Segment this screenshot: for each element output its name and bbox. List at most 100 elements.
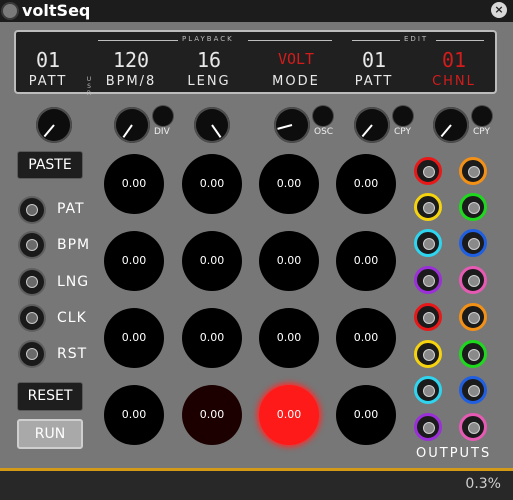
length-knob[interactable] (194, 107, 230, 143)
jack-socket-icon (423, 312, 435, 324)
playback-label: PLAYBACK (182, 35, 234, 43)
step-knob[interactable]: 0.00 (259, 231, 319, 291)
step-knob[interactable]: 0.00 (336, 154, 396, 214)
step-knob[interactable]: 0.00 (182, 154, 242, 214)
jack-socket-icon (468, 202, 480, 214)
step-knob[interactable]: 0.00 (336, 385, 396, 445)
step-knob[interactable]: 0.00 (104, 385, 164, 445)
step-knob[interactable]: 0.00 (336, 231, 396, 291)
output-jack[interactable] (414, 157, 442, 185)
jack-socket-icon (423, 349, 435, 361)
output-jack[interactable] (414, 376, 442, 404)
step-knob[interactable]: 0.00 (104, 308, 164, 368)
output-jack[interactable] (414, 303, 442, 331)
jack-socket-icon (423, 422, 435, 434)
step-knob-active[interactable]: 0.00 (259, 385, 319, 445)
step-knob[interactable]: 0.00 (259, 154, 319, 214)
output-jack[interactable] (459, 157, 487, 185)
bpm-knob[interactable] (114, 107, 150, 143)
step-knob[interactable]: 0.00 (182, 231, 242, 291)
jack-socket-icon (468, 166, 480, 178)
step-knob[interactable]: 0.00 (336, 308, 396, 368)
lng-input-label: LNG (57, 274, 90, 290)
edit-rule-left (352, 40, 400, 41)
jack-socket-icon (468, 275, 480, 287)
playback-rule-left (98, 40, 178, 41)
jack-socket-icon (468, 349, 480, 361)
module-screw-icon (1, 2, 19, 20)
jack-socket-icon (423, 275, 435, 287)
output-jack[interactable] (414, 413, 442, 441)
bpm-input-jack[interactable] (20, 233, 44, 257)
display-bpm-label: BPM/8 (105, 74, 157, 89)
display-channel-label: CHNL (432, 74, 476, 89)
step-knob[interactable]: 0.00 (259, 308, 319, 368)
title-bar[interactable]: voltSeq × (0, 0, 513, 22)
display-bpm-value: 120 (112, 48, 150, 72)
osc-button[interactable] (313, 106, 333, 126)
div-label: DIV (154, 127, 170, 137)
outputs-label: OUTPUTS (416, 446, 492, 461)
output-jack[interactable] (459, 303, 487, 331)
playback-rule-right (248, 40, 332, 41)
display-edit-patt-label: PATT (354, 74, 394, 89)
output-jack[interactable] (459, 266, 487, 294)
rst-input-jack[interactable] (20, 342, 44, 366)
display-edit-patt-value: 01 (361, 48, 387, 72)
pat-input-jack[interactable] (20, 198, 44, 222)
output-jack[interactable] (459, 193, 487, 221)
rst-input-label: RST (57, 346, 88, 362)
copy-pattern-button[interactable] (393, 106, 413, 126)
cpu-usage: 0.3% (465, 476, 501, 492)
pat-input-label: PAT (57, 201, 85, 217)
output-jack[interactable] (459, 376, 487, 404)
display-channel-value: 01 (441, 48, 467, 72)
edit-label: EDIT (404, 35, 429, 43)
jack-socket-icon (423, 385, 435, 397)
display-mode-label: MODE (272, 74, 320, 89)
display-patt-value: 01 (35, 48, 61, 72)
channel-knob[interactable] (433, 107, 469, 143)
jack-socket-icon (423, 166, 435, 178)
output-jack[interactable] (414, 193, 442, 221)
output-jack[interactable] (414, 340, 442, 368)
copy-channel-label: CPY (473, 127, 491, 137)
paste-button[interactable]: PASTE (17, 151, 83, 179)
lng-input-jack[interactable] (20, 270, 44, 294)
close-button[interactable]: × (491, 2, 507, 18)
osc-label: OSC (314, 127, 334, 137)
display-mode-value: VOLT (277, 50, 315, 68)
div-button[interactable] (153, 106, 173, 126)
step-knob[interactable]: 0.00 (182, 308, 242, 368)
output-jack[interactable] (459, 340, 487, 368)
output-jack[interactable] (414, 266, 442, 294)
step-knob-dim[interactable]: 0.00 (182, 385, 242, 445)
copy-channel-button[interactable] (472, 106, 492, 126)
jack-socket-icon (468, 238, 480, 250)
jack-socket-icon (468, 385, 480, 397)
copy-pattern-label: CPY (394, 127, 412, 137)
display-patt-label: PATT (28, 74, 68, 89)
bpm-input-label: BPM (57, 237, 91, 253)
step-knob[interactable]: 0.00 (104, 154, 164, 214)
edit-rule-right (436, 40, 484, 41)
run-button[interactable]: RUN (17, 419, 83, 449)
output-jack[interactable] (459, 229, 487, 257)
clk-input-label: CLK (57, 310, 87, 326)
clk-input-jack[interactable] (20, 306, 44, 330)
edit-pattern-knob[interactable] (354, 107, 390, 143)
jack-socket-icon (468, 312, 480, 324)
step-knob[interactable]: 0.00 (104, 231, 164, 291)
module-title: voltSeq (22, 1, 91, 20)
status-bar (0, 471, 513, 500)
jack-socket-icon (468, 422, 480, 434)
output-jack[interactable] (459, 413, 487, 441)
mode-knob[interactable] (274, 107, 310, 143)
reset-button[interactable]: RESET (17, 382, 83, 411)
jack-socket-icon (423, 238, 435, 250)
display-length-label: LENG (187, 74, 231, 89)
output-jack[interactable] (414, 229, 442, 257)
pattern-knob[interactable] (36, 107, 72, 143)
display-length-value: 16 (196, 48, 222, 72)
jack-socket-icon (423, 202, 435, 214)
